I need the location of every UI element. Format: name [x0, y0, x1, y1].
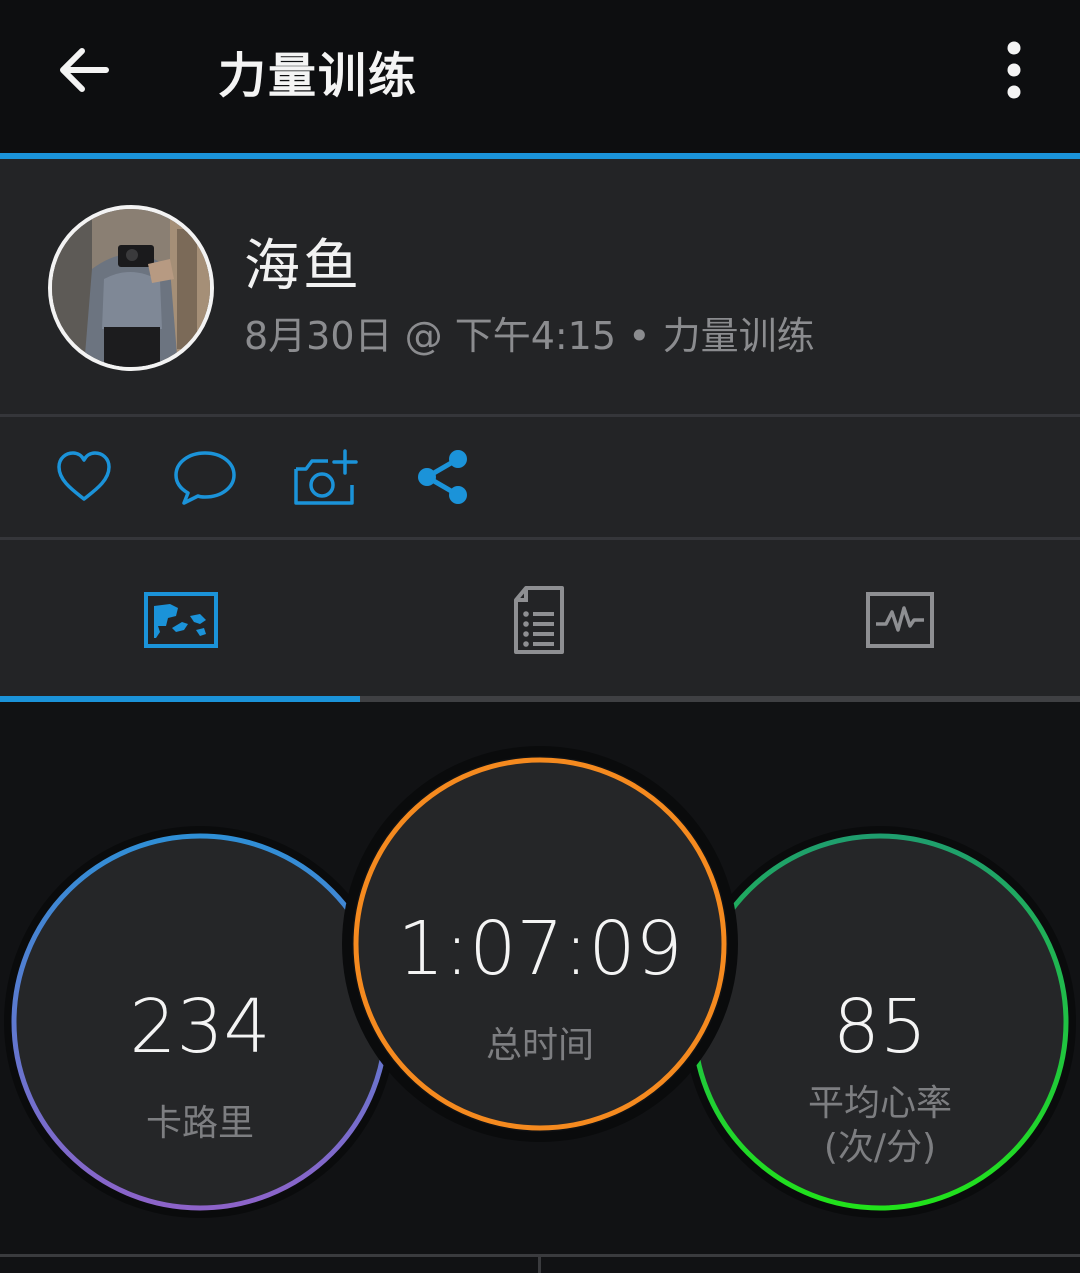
activity-tabs — [0, 540, 1080, 696]
more-vertical-icon — [1007, 41, 1021, 99]
activity-meta: 8月30日 @ 下午4:15 • 力量训练 — [244, 314, 815, 358]
share-button[interactable] — [414, 447, 474, 511]
social-actions-bar — [0, 417, 1080, 537]
tab-overview[interactable] — [0, 540, 360, 696]
app-bar: 力量训练 — [0, 0, 1080, 153]
add-photo-button[interactable] — [290, 447, 360, 515]
arrow-left-icon — [60, 48, 109, 92]
user-name[interactable]: 海鱼 — [244, 221, 362, 302]
avatar[interactable] — [48, 205, 214, 371]
divider — [538, 1257, 541, 1273]
share-icon — [418, 450, 467, 504]
like-button[interactable] — [54, 447, 114, 511]
summary-stats: 234 卡路里 1:07:09 总时间 85 平均心率 (次/分) — [0, 702, 1080, 1262]
avg-hr-value: 85 — [832, 984, 928, 1070]
calories-value: 234 — [129, 984, 271, 1070]
heart-icon — [57, 451, 111, 501]
page-title: 力量训练 — [218, 48, 419, 104]
comment-icon — [174, 451, 236, 505]
charts-tab-icon — [866, 592, 934, 648]
more-options-button[interactable] — [996, 38, 1032, 104]
back-button[interactable] — [52, 38, 116, 102]
avatar-photo-icon — [52, 209, 210, 367]
calories-label: 卡路里 — [145, 1103, 254, 1144]
details-tab-icon — [514, 586, 564, 654]
total-time-value: 1:07:09 — [397, 906, 683, 992]
total-time-label: 总时间 — [485, 1025, 594, 1066]
tab-details[interactable] — [360, 540, 720, 696]
add-photo-icon — [294, 449, 358, 505]
overview-tab-icon — [144, 592, 218, 648]
avg-hr-unit: (次/分) — [823, 1127, 937, 1168]
activity-header: 海鱼 8月30日 @ 下午4:15 • 力量训练 — [0, 159, 1080, 414]
comment-button[interactable] — [172, 447, 238, 511]
tab-charts[interactable] — [720, 540, 1080, 696]
